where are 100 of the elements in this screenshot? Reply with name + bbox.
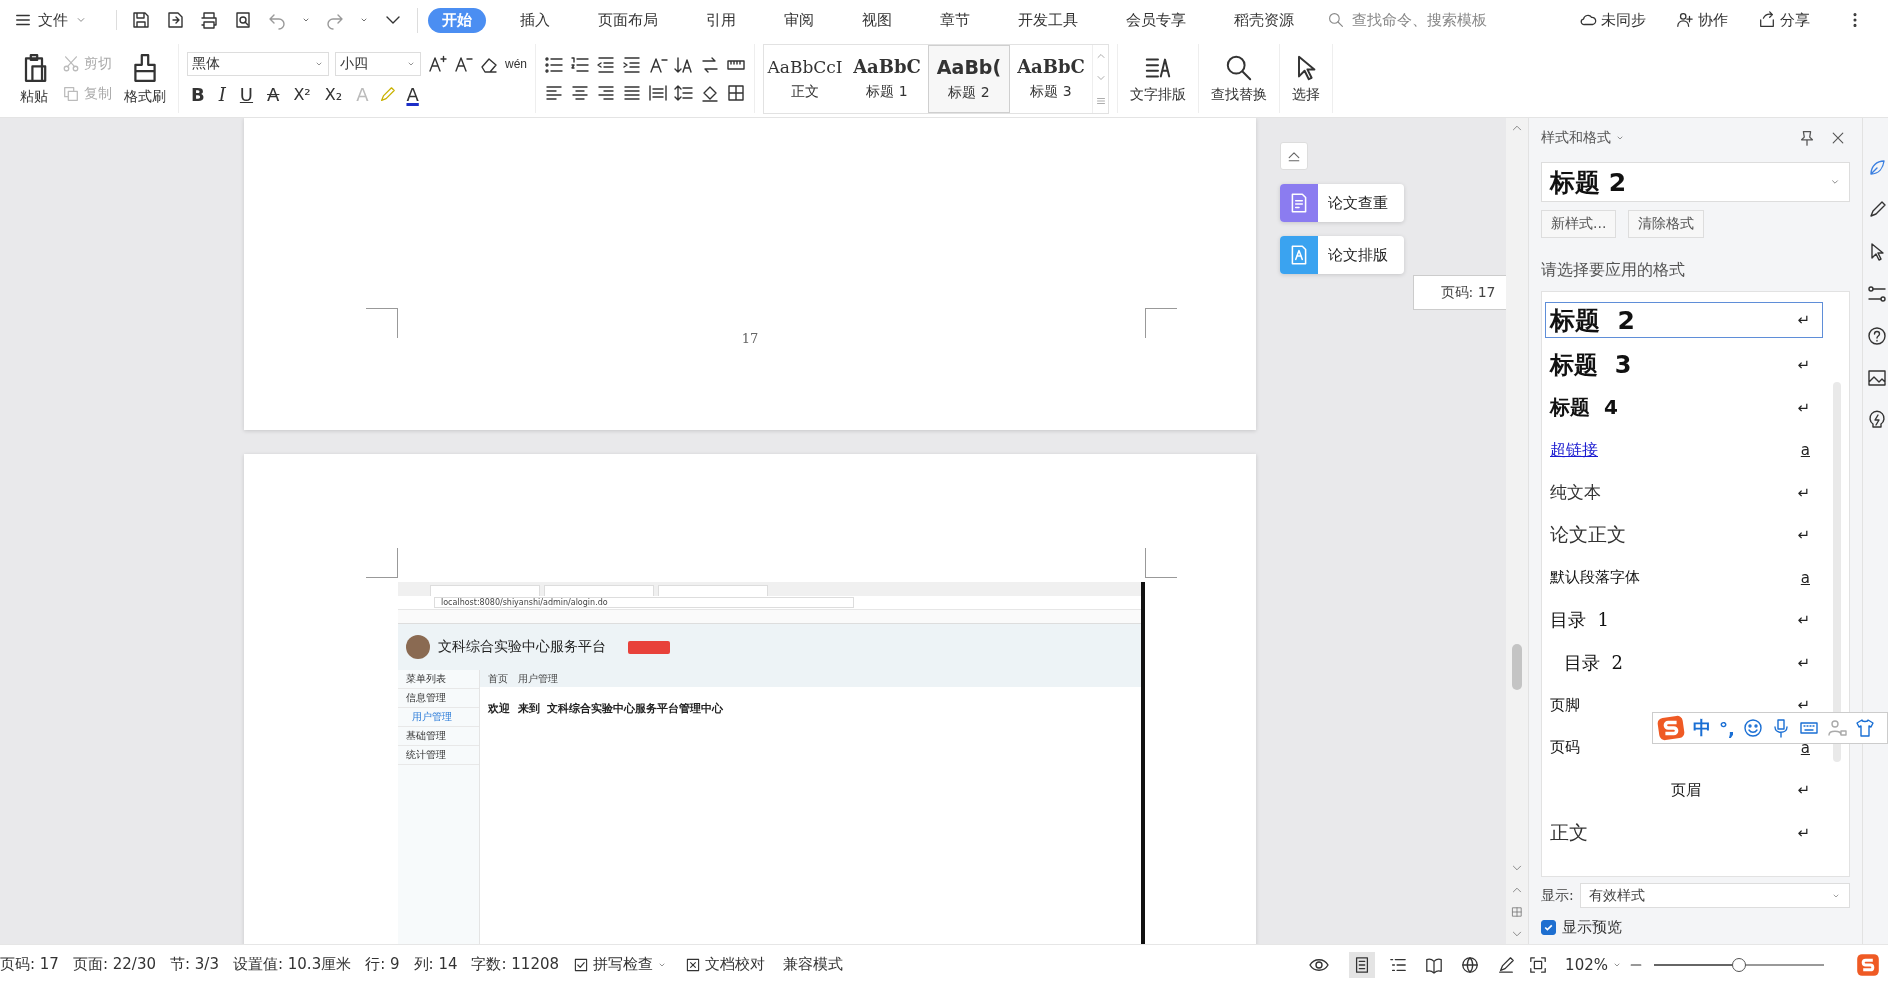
- check-box-icon: [685, 956, 702, 973]
- bulb-icon[interactable]: [1867, 410, 1887, 430]
- image-icon[interactable]: [1867, 368, 1887, 388]
- font-size-dropdown[interactable]: 小四: [335, 52, 421, 76]
- punctuation-toggle[interactable]: °,: [1719, 717, 1735, 739]
- ribbon-tab[interactable]: 会员专享: [1112, 7, 1200, 33]
- sidebar-item[interactable]: 用户管理: [398, 708, 479, 727]
- save-icon[interactable]: [131, 10, 151, 30]
- crop-mark: [1145, 308, 1177, 338]
- input-method-logo-icon[interactable]: [1657, 714, 1685, 742]
- file-menu[interactable]: 文件: [8, 6, 94, 34]
- ribbon-tab[interactable]: 视图: [848, 7, 906, 33]
- address-bar: localhost:8080/shiyanshi/admin/alogin.do: [434, 597, 854, 608]
- pencil-icon[interactable]: [1867, 200, 1887, 220]
- borders-icon[interactable]: [726, 82, 746, 103]
- style-dropdown[interactable]: 标题 2: [1541, 162, 1850, 202]
- scrollbar[interactable]: [1833, 382, 1841, 762]
- input-mode-toggle[interactable]: 中: [1693, 716, 1711, 740]
- shrink-font-icon[interactable]: [453, 54, 473, 74]
- ribbon-tab[interactable]: 引用: [692, 7, 750, 33]
- font-color-button[interactable]: A: [402, 84, 423, 105]
- style-item[interactable]: 超链接 a: [1545, 429, 1823, 472]
- sidebar-item[interactable]: 菜单列表: [398, 670, 479, 689]
- style-item[interactable]: 页眉 ↵: [1545, 769, 1823, 812]
- help-icon[interactable]: [1867, 326, 1887, 346]
- close-icon[interactable]: [1830, 130, 1846, 146]
- scrollbar-thumb[interactable]: [1512, 644, 1522, 690]
- underline-button[interactable]: U: [235, 84, 258, 105]
- input-method-logo-icon[interactable]: [1856, 952, 1880, 977]
- share-icon: [1758, 11, 1776, 29]
- increase-indent-icon[interactable]: [622, 54, 642, 75]
- style-item[interactable]: 目录 2 ↵: [1545, 641, 1823, 684]
- style-item[interactable]: 目录 1 ↵: [1545, 599, 1823, 642]
- new-style-button[interactable]: 新样式...: [1541, 210, 1617, 238]
- grow-font-icon[interactable]: [427, 54, 447, 74]
- ribbon-tab[interactable]: 稻壳资源: [1220, 7, 1308, 33]
- browse-object-icon[interactable]: [1511, 906, 1523, 918]
- decrease-indent-icon[interactable]: [596, 54, 616, 75]
- style-item[interactable]: 论文正文 ↵: [1545, 514, 1823, 557]
- select-button[interactable]: 选择: [1288, 51, 1324, 106]
- ribbon-tab[interactable]: 章节: [926, 7, 984, 33]
- print-preview-icon[interactable]: [233, 10, 253, 30]
- view-mode-button[interactable]: [1349, 951, 1376, 978]
- fit-page-icon[interactable]: [1529, 955, 1548, 974]
- style-item[interactable]: 正文 ↵: [1545, 811, 1823, 854]
- clear-format-button[interactable]: 清除格式: [1628, 210, 1705, 238]
- subscript-button[interactable]: X₂: [320, 85, 347, 104]
- status-text: 页面: 22/30: [72, 955, 156, 974]
- italic-button[interactable]: I: [214, 84, 230, 105]
- sidebar-item[interactable]: 基础管理: [398, 727, 479, 746]
- copy-icon: [62, 84, 80, 103]
- find-replace-button[interactable]: 查找替换: [1207, 51, 1271, 106]
- status-text: 节: 3/3: [170, 955, 219, 974]
- collapse-button[interactable]: [1280, 142, 1308, 170]
- show-preview-checkbox[interactable]: 显示预览: [1541, 918, 1850, 937]
- style-item[interactable]: 标题 3 ↵: [1545, 344, 1823, 387]
- breadcrumb-item: 用户管理: [518, 671, 558, 686]
- phonetic-guide-button[interactable]: wén: [505, 57, 527, 71]
- slider-settings-icon[interactable]: [1867, 284, 1887, 304]
- superscript-button[interactable]: X²: [289, 85, 315, 104]
- document-check-button[interactable]: 文档校对: [685, 955, 766, 974]
- bold-button[interactable]: B: [187, 84, 209, 105]
- collaborate-button[interactable]: 协作: [1670, 9, 1734, 31]
- thesis-format-button[interactable]: 论文排版: [1280, 236, 1404, 274]
- search-field[interactable]: 查找命令、搜索模板: [1328, 10, 1510, 30]
- distribute-icon[interactable]: [648, 82, 668, 103]
- sidebar-item[interactable]: 信息管理: [398, 689, 479, 708]
- format-painter-button[interactable]: 格式刷: [120, 49, 170, 108]
- pin-icon[interactable]: [1798, 129, 1816, 147]
- ribbon-tab[interactable]: 页面布局: [584, 7, 672, 33]
- panel-title[interactable]: 样式和格式: [1541, 129, 1625, 147]
- ribbon-tab[interactable]: 开发工具: [1004, 7, 1092, 33]
- avatar: [406, 635, 430, 659]
- style-item[interactable]: 标题 2 ↵: [1545, 302, 1823, 338]
- export-icon[interactable]: [165, 10, 185, 30]
- zoom-dropdown[interactable]: 102%: [1559, 954, 1628, 975]
- emoji-icon[interactable]: [1742, 718, 1763, 738]
- font-name-dropdown[interactable]: 黑体: [187, 52, 329, 76]
- bullet-list-icon[interactable]: [544, 54, 564, 75]
- ribbon-tab[interactable]: 插入: [506, 7, 564, 33]
- text-layout-button[interactable]: 文字排版: [1126, 51, 1190, 106]
- line-spacing-icon[interactable]: [674, 82, 694, 103]
- feather-icon[interactable]: [1867, 158, 1887, 178]
- strikethrough-button[interactable]: A: [263, 84, 284, 105]
- print-icon[interactable]: [199, 10, 219, 30]
- show-dropdown[interactable]: 有效样式: [1579, 883, 1850, 908]
- spell-check-button[interactable]: 拼写检查: [573, 955, 668, 974]
- style-item[interactable]: 默认段落字体 a: [1545, 556, 1823, 599]
- style-preset[interactable]: AaBb( 标题 2: [928, 44, 1010, 113]
- skin-icon[interactable]: [1854, 718, 1875, 738]
- plagiarism-check-button[interactable]: 论文查重: [1280, 184, 1404, 222]
- sort-icon[interactable]: [674, 54, 694, 75]
- style-item[interactable]: 纯文本 ↵: [1545, 471, 1823, 514]
- paste-button[interactable]: 粘贴: [14, 49, 54, 108]
- numbered-list-icon[interactable]: [570, 54, 590, 75]
- sync-button[interactable]: 未同步: [1573, 9, 1652, 31]
- share-button[interactable]: 分享: [1752, 9, 1816, 31]
- ribbon-tab[interactable]: 审阅: [770, 7, 828, 33]
- style-item[interactable]: 标题 4 ↵: [1545, 386, 1823, 429]
- sidebar-item[interactable]: 统计管理: [398, 746, 479, 765]
